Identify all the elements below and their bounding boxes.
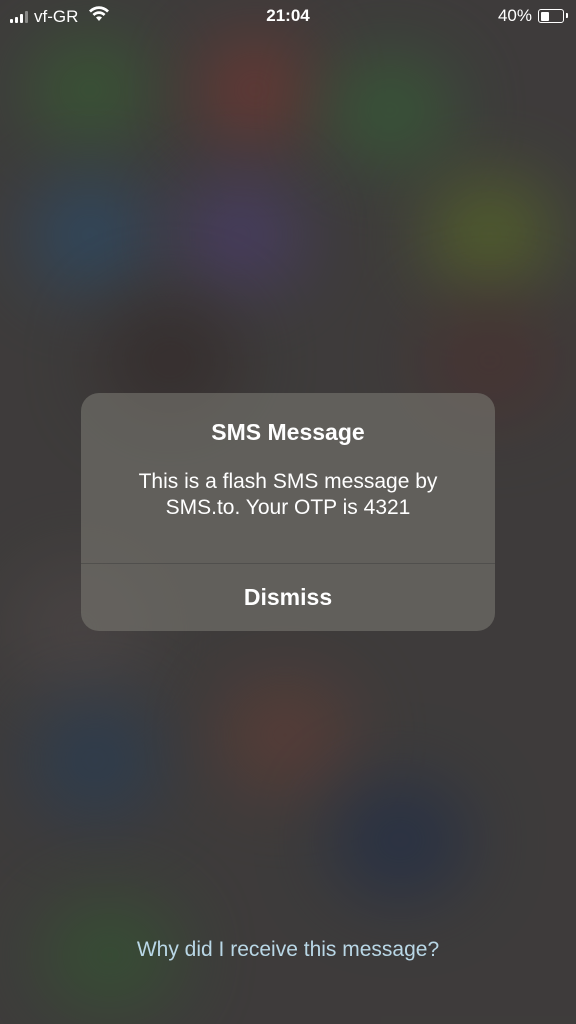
- status-bar-right: 40%: [497, 6, 568, 26]
- alert-title: SMS Message: [211, 419, 365, 445]
- why-received-link[interactable]: Why did I receive this message?: [0, 938, 576, 962]
- battery-percent: 40%: [497, 6, 532, 25]
- battery-icon: [538, 9, 568, 23]
- lock-screen: vf-GR 21:04 40% SMS Message This is a fl…: [0, 0, 576, 1024]
- dismiss-button[interactable]: Dismiss: [81, 564, 495, 631]
- status-bar: vf-GR 21:04 40%: [0, 0, 576, 32]
- alert-message: This is a flash SMS message by SMS.to. Y…: [138, 470, 438, 519]
- clock-time: 21:04: [266, 6, 310, 25]
- sms-alert-dialog: SMS Message This is a flash SMS message …: [81, 393, 495, 631]
